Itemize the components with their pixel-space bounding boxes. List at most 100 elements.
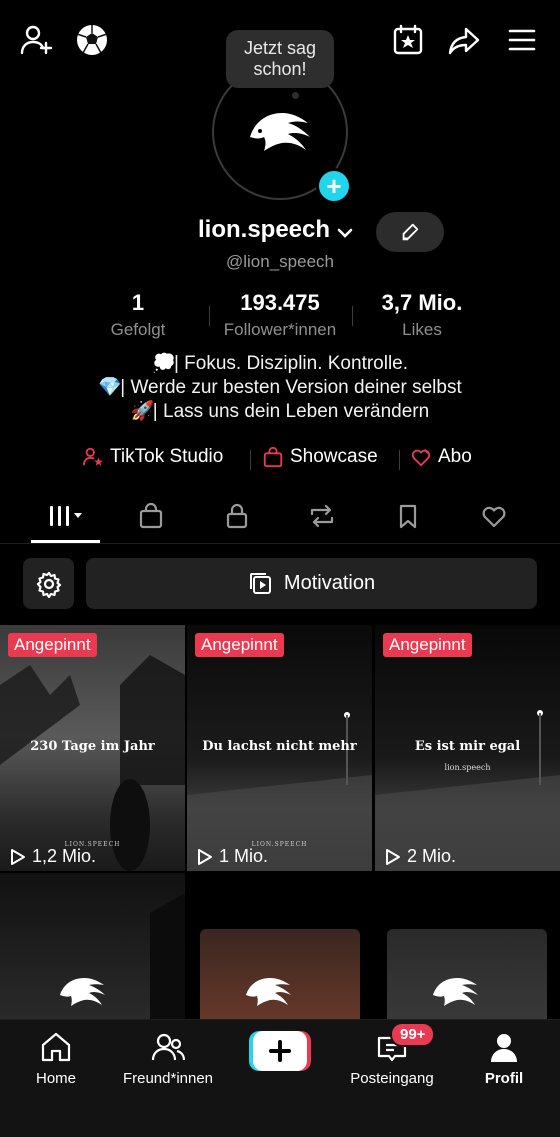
inbox-badge: 99+ bbox=[390, 1022, 436, 1047]
heart-icon bbox=[482, 506, 506, 528]
nav-friends[interactable]: Freund*innen bbox=[113, 1030, 223, 1087]
view-count-label: 2 Mio. bbox=[407, 846, 457, 866]
video-title: Du lachst nicht mehr bbox=[202, 739, 357, 754]
link-label: TikTok Studio bbox=[110, 446, 224, 467]
person-star-icon bbox=[82, 447, 104, 466]
nav-label: Home bbox=[35, 1070, 76, 1087]
username[interactable]: lion.speech bbox=[198, 216, 330, 244]
add-friend-icon[interactable] bbox=[16, 20, 56, 60]
stat-label: Follower*innen bbox=[223, 320, 337, 339]
tab-shop[interactable] bbox=[123, 500, 179, 532]
nav-label: Freund*innen bbox=[122, 1070, 214, 1087]
active-tab-indicator bbox=[31, 540, 100, 543]
profile-stats: 1 Gefolgt 193.475 Follower*innen 3,7 Mio… bbox=[0, 290, 560, 342]
speech-bubble[interactable]: Jetzt sag schon! bbox=[226, 30, 334, 88]
divider bbox=[352, 306, 353, 326]
bio-text: | Lass uns dein Leben verändern bbox=[152, 401, 430, 422]
view-count-label: 1 Mio. bbox=[219, 846, 269, 866]
edit-profile-button[interactable] bbox=[376, 212, 444, 252]
play-icon bbox=[386, 848, 400, 865]
tab-reposts[interactable] bbox=[294, 500, 350, 532]
settings-button[interactable] bbox=[23, 558, 74, 609]
rocket-emoji: 🚀 bbox=[130, 401, 155, 422]
tiktok-studio-link[interactable]: TikTok Studio bbox=[82, 446, 223, 468]
video-tile[interactable]: Angepinnt Du lachst nicht mehr LION.SPEE… bbox=[187, 625, 372, 871]
bio-text: | Werde zur besten Version deiner selbst bbox=[120, 377, 462, 398]
menu-icon[interactable] bbox=[502, 20, 542, 60]
playlist-label: Motivation bbox=[283, 572, 376, 594]
play-icon bbox=[198, 848, 212, 865]
video-tile[interactable]: Angepinnt 230 Tage im Jahr LION.SPEECH 1… bbox=[0, 625, 185, 871]
stat-label: Gefolgt bbox=[110, 320, 166, 339]
repost-icon bbox=[310, 504, 334, 528]
link-label: Abo bbox=[438, 446, 472, 467]
bookmark-icon bbox=[399, 504, 417, 529]
bottom-navigation: Home Freund*innen Posteingang 99+ Profil bbox=[0, 1019, 560, 1137]
divider bbox=[250, 450, 251, 470]
stat-following[interactable]: 1 Gefolgt bbox=[88, 290, 188, 340]
bio-text: | Fokus. Disziplin. Kontrolle. bbox=[173, 353, 409, 374]
user-handle: @lion_speech bbox=[226, 252, 334, 271]
home-icon bbox=[41, 1032, 71, 1062]
gear-icon bbox=[36, 571, 61, 598]
friends-icon bbox=[151, 1033, 185, 1061]
showcase-link[interactable]: Showcase bbox=[262, 446, 378, 468]
stat-followers[interactable]: 193.475 Follower*innen bbox=[210, 290, 350, 340]
link-label: Showcase bbox=[290, 446, 378, 467]
plus-icon bbox=[249, 1031, 311, 1071]
nav-label: Profil bbox=[484, 1070, 524, 1087]
subscription-icon bbox=[411, 449, 431, 467]
pencil-icon bbox=[402, 223, 419, 241]
video-title: 230 Tage im Jahr bbox=[30, 739, 155, 754]
thought-bubble-emoji: 💭 bbox=[151, 353, 176, 374]
nav-home[interactable]: Home bbox=[1, 1030, 111, 1087]
nav-profile[interactable]: Profil bbox=[449, 1030, 559, 1087]
playlist-row: Motivation bbox=[0, 558, 560, 610]
username-row: lion.speech bbox=[0, 212, 560, 252]
view-count: 1 Mio. bbox=[195, 846, 268, 867]
stat-value: 193.475 bbox=[240, 290, 320, 315]
stat-value: 3,7 Mio. bbox=[381, 290, 463, 315]
soccer-ball-icon[interactable] bbox=[72, 20, 112, 60]
bio-line: 🚀| Lass uns dein Leben verändern bbox=[0, 400, 560, 424]
view-count-label: 1,2 Mio. bbox=[32, 846, 97, 866]
create-button[interactable] bbox=[249, 1031, 311, 1071]
subscription-link[interactable]: Abo bbox=[410, 446, 472, 468]
gem-emoji: 💎 bbox=[98, 377, 122, 398]
shopping-bag-icon bbox=[263, 446, 283, 468]
share-icon[interactable] bbox=[444, 20, 484, 60]
bag-icon bbox=[139, 502, 163, 529]
profile-links: TikTok Studio Showcase Abo bbox=[0, 446, 560, 474]
bio-line: 💭| Fokus. Disziplin. Kontrolle. bbox=[0, 352, 560, 376]
chevron-down-icon[interactable] bbox=[336, 224, 354, 242]
tab-private[interactable] bbox=[209, 500, 265, 532]
view-count: 1,2 Mio. bbox=[8, 846, 96, 867]
nav-label: Posteingang bbox=[350, 1070, 434, 1087]
calendar-star-icon[interactable] bbox=[388, 20, 428, 60]
stat-label: Likes bbox=[402, 320, 442, 339]
tab-liked[interactable] bbox=[466, 500, 522, 532]
video-title: Es ist mir egal bbox=[414, 739, 521, 754]
divider bbox=[399, 450, 400, 470]
add-story-button[interactable]: + bbox=[316, 168, 352, 204]
stat-likes[interactable]: 3,7 Mio. Likes bbox=[362, 290, 482, 340]
profile-icon bbox=[491, 1034, 517, 1062]
playlist-motivation-button[interactable]: Motivation bbox=[86, 558, 537, 609]
speech-bubble-tail bbox=[292, 92, 299, 99]
video-tile[interactable]: Angepinnt Es ist mir egal lion.speech 2 … bbox=[375, 625, 560, 871]
pinned-badge: Angepinnt bbox=[383, 633, 472, 657]
tab-favorites[interactable] bbox=[380, 500, 436, 532]
play-icon bbox=[11, 848, 25, 865]
profile-bio: 💭| Fokus. Disziplin. Kontrolle. 💎| Werde… bbox=[0, 352, 560, 424]
view-count: 2 Mio. bbox=[383, 846, 456, 867]
lock-icon bbox=[226, 503, 248, 529]
pinned-badge: Angepinnt bbox=[8, 633, 97, 657]
grid-icon bbox=[50, 506, 82, 526]
pinned-badge: Angepinnt bbox=[195, 633, 284, 657]
bio-line: 💎| Werde zur besten Version deiner selbs… bbox=[0, 376, 560, 400]
profile-tabs bbox=[0, 494, 560, 544]
tab-videos[interactable] bbox=[38, 500, 94, 532]
video-subtitle: lion.speech bbox=[444, 763, 491, 772]
playlist-icon bbox=[249, 572, 271, 594]
stat-value: 1 bbox=[131, 290, 145, 315]
